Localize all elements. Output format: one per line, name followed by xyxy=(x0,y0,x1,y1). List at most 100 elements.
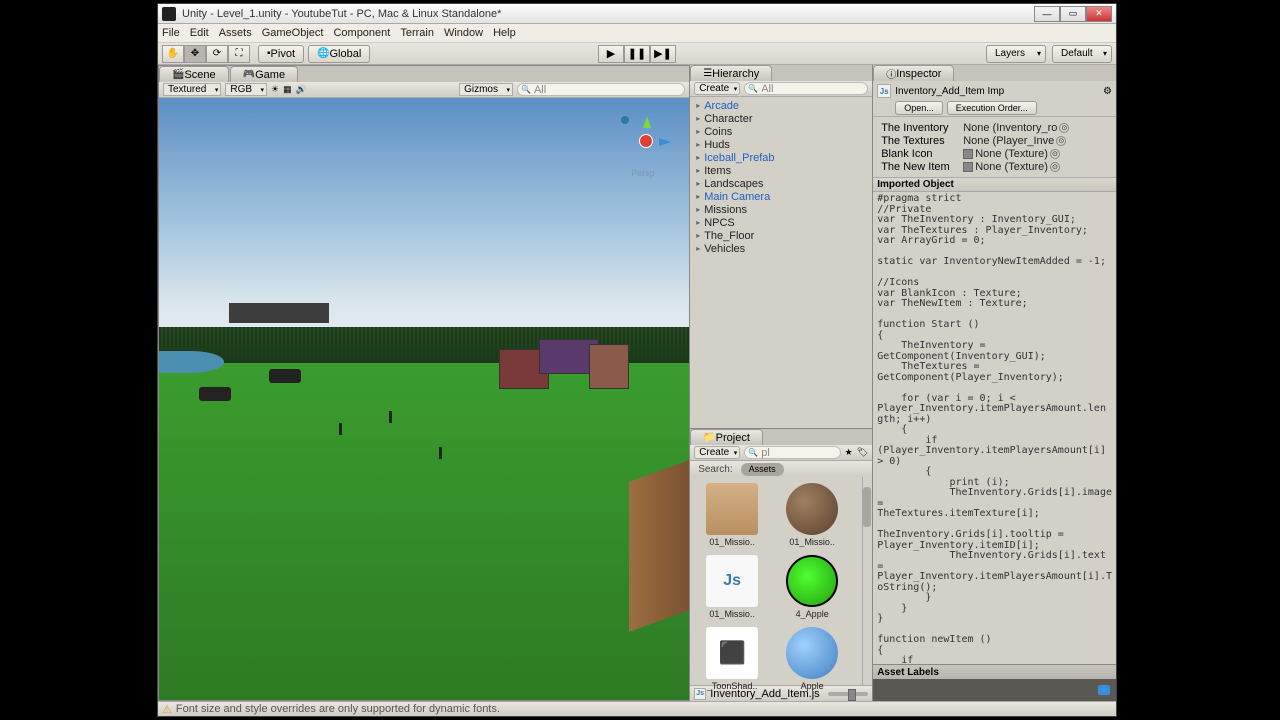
status-bar[interactable]: ⚠ Font size and style overrides are only… xyxy=(158,701,1116,716)
gizmo-z-axis-icon[interactable] xyxy=(621,116,629,124)
play-button[interactable]: ▶ xyxy=(598,45,624,63)
project-item[interactable]: 4_Apple xyxy=(776,555,848,619)
pause-button[interactable]: ❚❚ xyxy=(624,45,650,63)
shading-dropdown[interactable]: Textured xyxy=(163,83,221,96)
hierarchy-item[interactable]: ▸Vehicles xyxy=(690,242,872,255)
object-picker-icon[interactable]: ⊙ xyxy=(1059,123,1069,133)
hierarchy-item[interactable]: ▸Iceball_Prefab xyxy=(690,151,872,164)
rotate-tool[interactable]: ⟳ xyxy=(206,45,228,63)
expand-icon[interactable]: ▸ xyxy=(696,218,704,227)
property-value[interactable]: None (Inventory_ro ⊙ xyxy=(963,122,1114,134)
expand-icon[interactable]: ▸ xyxy=(696,114,704,123)
close-button[interactable]: ✕ xyxy=(1086,6,1112,22)
gizmo-center-icon[interactable] xyxy=(639,134,653,148)
hierarchy-item[interactable]: ▸Coins xyxy=(690,125,872,138)
expand-icon[interactable]: ▸ xyxy=(696,231,704,240)
project-item-label: 4_Apple xyxy=(782,609,842,619)
tab-scene[interactable]: 🎬 Scene xyxy=(159,66,229,82)
move-tool[interactable]: ✥ xyxy=(184,45,206,63)
object-picker-icon[interactable]: ⊙ xyxy=(1056,136,1066,146)
gizmo-x-axis-icon[interactable] xyxy=(659,138,671,146)
hierarchy-item[interactable]: ▸Main Camera xyxy=(690,190,872,203)
label-tag-icon[interactable] xyxy=(1098,685,1110,695)
property-value[interactable]: None (Player_Inve ⊙ xyxy=(963,135,1114,147)
menu-window[interactable]: Window xyxy=(444,27,483,39)
project-item[interactable]: Js01_Missio.. xyxy=(696,555,768,619)
project-item[interactable]: Apple xyxy=(776,627,848,691)
maximize-button[interactable]: ▭ xyxy=(1060,6,1086,22)
menu-edit[interactable]: Edit xyxy=(190,27,209,39)
hierarchy-item[interactable]: ▸NPCS xyxy=(690,216,872,229)
hierarchy-item[interactable]: ▸Character xyxy=(690,112,872,125)
project-star-icon[interactable]: ★ xyxy=(845,447,853,458)
tab-inspector[interactable]: ⓘ Inspector xyxy=(873,65,954,81)
hand-tool[interactable]: ✋ xyxy=(162,45,184,63)
hierarchy-search[interactable]: All xyxy=(744,82,868,95)
scene-viewport[interactable]: Persp xyxy=(159,98,689,700)
object-picker-icon[interactable]: ⊙ xyxy=(1050,149,1060,159)
gizmos-dropdown[interactable]: Gizmos xyxy=(459,83,513,96)
menu-terrain[interactable]: Terrain xyxy=(400,27,434,39)
gear-icon[interactable]: ⚙ xyxy=(1103,86,1112,97)
hierarchy-item[interactable]: ▸Arcade xyxy=(690,99,872,112)
property-value[interactable]: None (Texture) ⊙ xyxy=(963,148,1114,160)
step-button[interactable]: ▶❚ xyxy=(650,45,676,63)
project-item[interactable]: 01_Missio.. xyxy=(696,483,768,547)
menu-component[interactable]: Component xyxy=(333,27,390,39)
menu-gameobject[interactable]: GameObject xyxy=(262,27,324,39)
render-dropdown[interactable]: RGB xyxy=(225,83,267,96)
gizmo-y-axis-icon[interactable] xyxy=(643,116,651,128)
orientation-gizmo[interactable]: Persp xyxy=(621,116,671,166)
hierarchy-item[interactable]: ▸Huds xyxy=(690,138,872,151)
scene-lake xyxy=(159,351,224,373)
project-tag-icon[interactable]: 🏷 xyxy=(857,447,868,458)
tab-game[interactable]: 🎮 Game xyxy=(230,66,298,82)
tab-project[interactable]: 📁 Project xyxy=(690,429,763,445)
expand-icon[interactable]: ▸ xyxy=(696,205,704,214)
minimize-button[interactable]: — xyxy=(1034,6,1060,22)
project-item[interactable]: ⬛_ToonShad.. xyxy=(696,627,768,691)
hierarchy-list[interactable]: ▸Arcade▸Character▸Coins▸Huds▸Iceball_Pre… xyxy=(690,97,872,428)
scale-tool[interactable]: ⛶ xyxy=(228,45,250,63)
expand-icon[interactable]: ▸ xyxy=(696,101,704,110)
object-picker-icon[interactable]: ⊙ xyxy=(1050,162,1060,172)
execution-order-button[interactable]: Execution Order... xyxy=(947,101,1037,115)
project-search[interactable]: pl xyxy=(744,446,840,459)
expand-icon[interactable]: ▸ xyxy=(696,127,704,136)
expand-icon[interactable]: ▸ xyxy=(696,192,704,201)
project-item[interactable]: 01_Missio.. xyxy=(776,483,848,547)
tab-hierarchy[interactable]: ☰ Hierarchy xyxy=(690,65,772,81)
property-value[interactable]: None (Texture) ⊙ xyxy=(963,161,1114,173)
expand-icon[interactable]: ▸ xyxy=(696,244,704,253)
hierarchy-item[interactable]: ▸Missions xyxy=(690,203,872,216)
hierarchy-item[interactable]: ▸Items xyxy=(690,164,872,177)
project-thumbnail-slider[interactable] xyxy=(828,692,868,696)
project-filter-assets[interactable]: Assets xyxy=(741,463,784,476)
open-button[interactable]: Open... xyxy=(895,101,943,115)
layout-dropdown[interactable]: Default xyxy=(1052,45,1112,63)
scene-search[interactable]: All xyxy=(517,83,685,96)
scene-panel: 🎬 Scene 🎮 Game Textured RGB ☀ ▦ 🔊 Gizmos… xyxy=(158,65,690,701)
menu-help[interactable]: Help xyxy=(493,27,516,39)
expand-icon[interactable]: ▸ xyxy=(696,179,704,188)
audio-toggle-icon[interactable]: 🔊 xyxy=(296,84,307,95)
project-create-dropdown[interactable]: Create xyxy=(694,446,740,459)
light-toggle-icon[interactable]: ☀ xyxy=(271,84,279,95)
hierarchy-create-dropdown[interactable]: Create xyxy=(694,82,740,95)
expand-icon[interactable]: ▸ xyxy=(696,153,704,162)
titlebar[interactable]: Unity - Level_1.unity - YoutubeTut - PC,… xyxy=(158,4,1116,24)
expand-icon[interactable]: ▸ xyxy=(696,166,704,175)
global-toggle[interactable]: 🌐 Global xyxy=(308,45,370,63)
skybox-toggle-icon[interactable]: ▦ xyxy=(283,84,292,95)
menu-assets[interactable]: Assets xyxy=(219,27,252,39)
hierarchy-item[interactable]: ▸The_Floor xyxy=(690,229,872,242)
project-item-label: 01_Missio.. xyxy=(782,537,842,547)
layers-dropdown[interactable]: Layers xyxy=(986,45,1046,63)
project-grid[interactable]: 01_Missio.. 01_Missio.. Js01_Missio.. 4_App… xyxy=(690,477,872,685)
hierarchy-item[interactable]: ▸Landscapes xyxy=(690,177,872,190)
pivot-toggle[interactable]: ▪ Pivot xyxy=(258,45,304,63)
hierarchy-panel: ☰ Hierarchy Create All ▸Arcade▸Character… xyxy=(690,65,872,428)
project-scrollbar[interactable] xyxy=(862,477,872,685)
menu-file[interactable]: File xyxy=(162,27,180,39)
expand-icon[interactable]: ▸ xyxy=(696,140,704,149)
